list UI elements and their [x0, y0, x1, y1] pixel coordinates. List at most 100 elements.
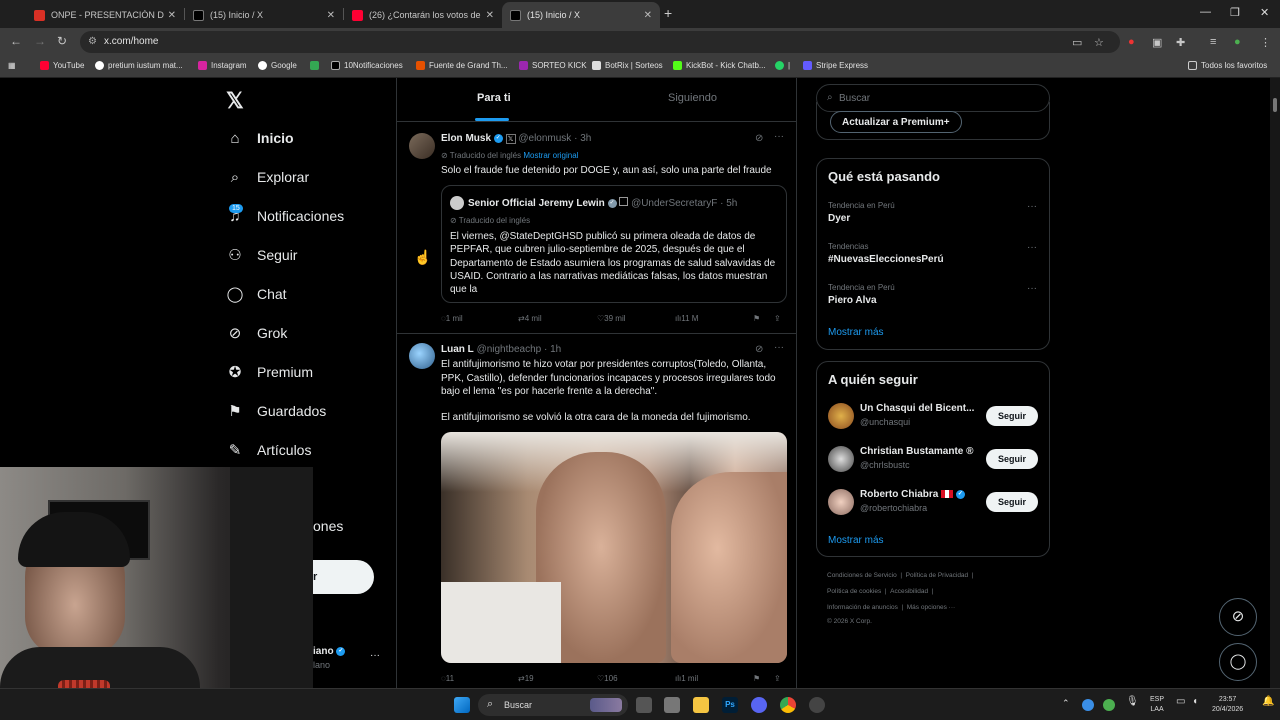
share-icon[interactable]: ⇪ — [774, 314, 781, 323]
network-icon[interactable]: ▭ — [1176, 697, 1185, 707]
suggestion-avatar[interactable] — [828, 489, 854, 515]
trend-name[interactable]: Dyer — [828, 213, 850, 224]
suggestion-name[interactable]: Un Chasqui del Bicent... — [860, 403, 974, 414]
avatar[interactable] — [409, 133, 435, 159]
show-more-link[interactable]: Mostrar más — [828, 327, 884, 338]
show-original-link[interactable]: Mostrar original — [523, 151, 578, 160]
nav-premium[interactable]: ✪ Premium — [226, 360, 313, 384]
notifications-icon[interactable]: 🔔 — [1262, 697, 1274, 707]
language-indicator[interactable]: ESP LAA — [1150, 695, 1164, 715]
maximize-icon[interactable]: ❐ — [1230, 6, 1240, 19]
follow-button[interactable]: Seguir — [986, 449, 1038, 469]
grok-fab-icon[interactable]: ⊘ — [1219, 598, 1257, 636]
like-button[interactable]: ♡ 106 — [597, 674, 618, 683]
windows-start-icon[interactable] — [454, 697, 470, 713]
microphone-icon[interactable]: 🎙 — [1126, 697, 1139, 707]
nav-bookmarks[interactable]: ⚑ Guardados — [226, 399, 326, 423]
more-icon[interactable]: ··· — [1027, 283, 1037, 294]
cast-icon[interactable]: ▭ — [1072, 36, 1082, 49]
chrome-icon[interactable] — [780, 697, 796, 713]
suggestion-name-row[interactable]: Roberto Chiabra ✓ — [860, 489, 965, 500]
bookmark-star-icon[interactable]: ☆ — [1094, 36, 1104, 49]
bookmark-item[interactable]: YouTube — [40, 61, 84, 70]
site-info-icon[interactable]: ⚙ — [88, 36, 97, 47]
repost-button[interactable]: ⇄ 4 mil — [518, 314, 542, 323]
bookmark-item[interactable]: 10Notificaciones — [331, 61, 403, 70]
tab-following[interactable]: Siguiendo — [668, 92, 717, 104]
bookmark-item[interactable]: pretium iustum mat... — [95, 61, 183, 70]
extensions-puzzle-icon[interactable]: ✚ — [1176, 36, 1185, 49]
suggestion-avatar[interactable] — [828, 403, 854, 429]
browser-tab-active[interactable]: (15) Inicio / X ✕ — [502, 2, 660, 28]
grok-icon[interactable]: ⊘ — [755, 133, 763, 144]
tray-app-icon[interactable] — [1082, 699, 1094, 711]
reload-icon[interactable]: ↻ — [57, 34, 67, 48]
close-icon[interactable]: ✕ — [327, 10, 335, 21]
tweet[interactable]: Luan L @nightbeachp · 1h ⊘ ··· El antifu… — [397, 335, 797, 688]
author-name[interactable]: Elon Musk — [441, 133, 491, 144]
media-icon[interactable]: ≡ — [1210, 36, 1216, 48]
like-button[interactable]: ♡ 39 mil — [597, 314, 626, 323]
close-icon[interactable]: ✕ — [486, 10, 494, 21]
close-icon[interactable]: ✕ — [168, 10, 176, 21]
chat-fab-icon[interactable]: ◯ — [1219, 643, 1257, 681]
bookmark-icon[interactable]: ⚑ — [753, 314, 760, 323]
tray-overflow-icon[interactable]: ⌃ — [1062, 698, 1070, 708]
tray-app-icon[interactable] — [1103, 699, 1115, 711]
more-icon[interactable]: ··· — [774, 342, 784, 353]
menu-icon[interactable]: ⋮ — [1260, 36, 1271, 49]
more-icon[interactable]: ··· — [1027, 201, 1037, 212]
apps-icon[interactable]: ▦ — [8, 61, 16, 70]
bookmark-item[interactable]: Stripe Express — [803, 61, 868, 70]
accessibility-link[interactable]: Accesibilidad — [890, 588, 928, 595]
account-name[interactable]: iano ✓ — [313, 646, 346, 657]
follow-button[interactable]: Seguir — [986, 406, 1038, 426]
nav-explore[interactable]: ⌕ Explorar — [226, 165, 309, 189]
views-button[interactable]: ılı 1 mil — [675, 674, 698, 683]
views-button[interactable]: ılı 11 M — [675, 314, 698, 323]
bookmark-item[interactable]: KickBot - Kick Chatb... — [673, 61, 766, 70]
follow-button[interactable]: Seguir — [986, 492, 1038, 512]
author-name[interactable]: Luan L — [441, 344, 474, 355]
close-window-icon[interactable]: ✕ — [1260, 6, 1269, 19]
nav-follow[interactable]: ⚇ Seguir — [226, 243, 297, 267]
forward-icon[interactable]: → — [34, 34, 46, 48]
nav-home[interactable]: ⌂ Inicio — [226, 126, 293, 150]
scrollbar-thumb[interactable] — [1273, 98, 1277, 112]
reply-button[interactable]: ◌ 1 mil — [441, 314, 463, 323]
extension-icon[interactable]: ▣ — [1152, 36, 1162, 49]
extension-red-icon[interactable]: ● — [1128, 36, 1135, 48]
bookmark-item[interactable]: Fuente de Grand Th... — [416, 61, 508, 70]
profile-avatar[interactable]: ● — [1234, 36, 1241, 48]
more-options-link[interactable]: Más opciones ··· — [907, 604, 955, 611]
terms-link[interactable]: Condiciones de Servicio — [827, 572, 897, 579]
show-more-link[interactable]: Mostrar más — [828, 535, 884, 546]
nav-articles[interactable]: ✎ Artículos — [226, 438, 312, 462]
nav-chat[interactable]: ◯ Chat — [226, 282, 287, 306]
author-handle[interactable]: @nightbeachp · 1h — [477, 344, 562, 355]
ads-info-link[interactable]: Información de anuncios — [827, 604, 898, 611]
suggestion-avatar[interactable] — [828, 446, 854, 472]
bookmark-item[interactable]: BotRix | Sorteos — [592, 61, 663, 70]
close-icon[interactable]: ✕ — [644, 10, 652, 21]
browser-tab[interactable]: ONPE - PRESENTACIÓN DE RES ✕ — [26, 2, 184, 28]
premium-plus-button[interactable]: Actualizar a Premium+ — [830, 111, 962, 133]
bookmark-item[interactable] — [310, 61, 323, 70]
app-icon[interactable] — [664, 697, 680, 713]
browser-tab[interactable]: (26) ¿Contarán los votos de ac ✕ — [344, 2, 502, 28]
nav-label-partial[interactable]: ones — [313, 518, 343, 534]
privacy-link[interactable]: Política de Privacidad — [906, 572, 969, 579]
address-bar[interactable]: ⚙ x.com/home — [80, 31, 1120, 53]
post-button[interactable]: r — [313, 560, 374, 594]
bookmark-item[interactable]: | — [775, 61, 790, 70]
browser-tab[interactable]: (15) Inicio / X ✕ — [185, 2, 343, 28]
account-more-icon[interactable]: ··· — [370, 650, 380, 661]
bookmark-item[interactable]: Google — [258, 61, 297, 70]
new-tab-button[interactable]: + — [664, 5, 672, 21]
scrollbar[interactable] — [1270, 78, 1280, 688]
nav-grok[interactable]: ⊘ Grok — [226, 321, 288, 345]
share-icon[interactable]: ⇪ — [774, 674, 781, 683]
tab-for-you[interactable]: Para ti — [477, 92, 511, 104]
taskbar-search[interactable]: ⌕ Buscar — [478, 694, 628, 716]
discord-icon[interactable] — [751, 697, 767, 713]
